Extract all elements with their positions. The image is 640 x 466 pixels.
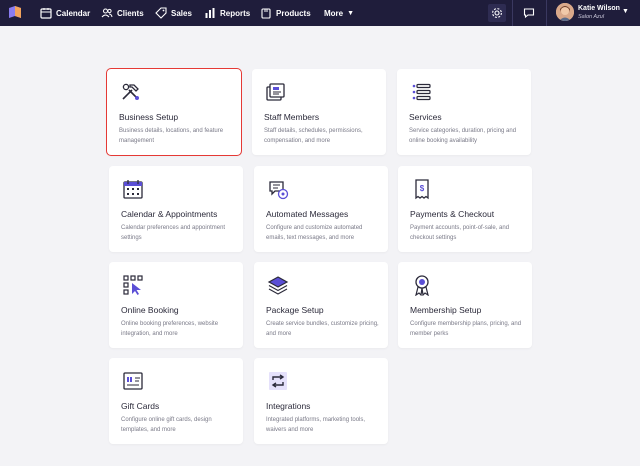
card-description: Online booking preferences, website inte… [121, 321, 219, 337]
integrations-icon [269, 372, 287, 390]
svg-text:$: $ [420, 184, 425, 193]
gift-card-icon [123, 372, 143, 390]
card-title: Automated Messages [266, 209, 349, 219]
calendar-icon [40, 8, 52, 19]
user-menu-chevron-down-icon[interactable]: ▼ [622, 8, 629, 15]
card-title: Gift Cards [121, 401, 160, 411]
settings-card-automated-messages[interactable]: Automated Messages Configure and customiz… [254, 166, 388, 252]
card-description: Configure and customize automated emails… [266, 225, 363, 241]
settings-card-integrations[interactable]: Integrations Integrated platforms, market… [254, 358, 388, 444]
settings-card-payments-checkout[interactable]: $ Payments & Checkout Payment accounts, po… [398, 166, 532, 252]
nav-sales[interactable]: Sales [155, 0, 192, 26]
list-icon [412, 83, 431, 101]
settings-button[interactable] [488, 4, 506, 22]
avatar-image [556, 3, 574, 21]
nav-reports[interactable]: Reports [204, 0, 250, 26]
card-title: Membership Setup [410, 305, 482, 315]
bar-chart-icon [205, 8, 215, 18]
card-title: Package Setup [266, 305, 324, 315]
settings-card-membership-setup[interactable]: Membership Setup Configure membership pla… [398, 262, 532, 348]
nav-calendar-label: Calendar [56, 8, 91, 18]
card-title: Business Setup [119, 112, 179, 122]
card-title: Payments & Checkout [410, 209, 495, 219]
card-description: Business details, locations, and feature… [119, 128, 224, 144]
layers-icon [267, 276, 289, 295]
nav-divider [546, 0, 547, 26]
card-description: Configure membership plans, pricing, and… [410, 321, 522, 337]
avatar[interactable] [556, 3, 574, 21]
badge-icon [415, 275, 429, 296]
card-description: Service categories, duration, pricing an… [409, 128, 517, 144]
settings-card-gift-cards[interactable]: Gift Cards Configure online gift cards, d… [109, 358, 243, 444]
nav-clients-label: Clients [117, 8, 144, 18]
nav-divider [512, 0, 513, 26]
calendar-icon [123, 180, 143, 199]
chevron-down-icon: ▼ [347, 9, 355, 17]
card-title: Calendar & Appointments [121, 209, 218, 219]
card-description: Create service bundles, customize pricin… [266, 321, 379, 337]
message-gear-icon [269, 181, 289, 200]
nav-products-label: Products [276, 8, 311, 18]
card-title: Services [409, 112, 442, 122]
nav-more[interactable]: More ▼ [324, 0, 354, 26]
clients-icon [101, 8, 113, 18]
card-description: Staff details, schedules, permissions, c… [264, 128, 363, 144]
nav-products[interactable]: Products [260, 0, 311, 26]
nav-reports-label: Reports [220, 8, 251, 18]
nav-more-label: More [324, 8, 344, 18]
settings-card-package-setup[interactable]: Package Setup Create service bundles, cus… [254, 262, 388, 348]
nav-clients[interactable]: Clients [101, 0, 144, 26]
card-title: Staff Members [264, 112, 320, 122]
settings-card-staff-members[interactable]: Staff Members Staff details, schedules, p… [252, 69, 386, 155]
app-logo-icon[interactable] [8, 5, 22, 20]
settings-card-calendar-appointments[interactable]: Calendar & Appointments Calendar preferen… [109, 166, 243, 252]
nav-sales-label: Sales [171, 8, 192, 18]
tag-icon [155, 7, 167, 19]
receipt-icon: $ [415, 179, 429, 200]
settings-card-business-setup[interactable]: Business Setup Business details, location… [106, 68, 242, 156]
user-business: Salon Azul [578, 14, 605, 20]
card-title: Integrations [266, 401, 311, 411]
chat-bubble-icon [523, 8, 535, 19]
top-nav-bar: Calendar Clients Sales Reports Products … [0, 0, 640, 26]
messages-button[interactable] [520, 4, 538, 22]
staff-cards-icon [266, 83, 285, 101]
box-icon [261, 8, 271, 19]
cursor-grid-icon [123, 275, 143, 295]
card-description: Payment accounts, point-of-sale, and che… [410, 225, 510, 241]
settings-card-services[interactable]: Services Service categories, duration, pr… [397, 69, 531, 155]
tools-icon [122, 83, 139, 100]
user-name[interactable]: Katie Wilson [578, 5, 620, 12]
card-title: Online Booking [121, 305, 179, 315]
card-description: Configure online gift cards, design temp… [121, 417, 212, 433]
settings-card-online-booking[interactable]: Online Booking Online booking preferences… [109, 262, 243, 348]
card-description: Integrated platforms, marketing tools, w… [266, 417, 366, 433]
gear-icon [492, 8, 502, 18]
nav-calendar[interactable]: Calendar [40, 0, 90, 26]
card-description: Calendar preferences and appointment set… [121, 225, 226, 241]
